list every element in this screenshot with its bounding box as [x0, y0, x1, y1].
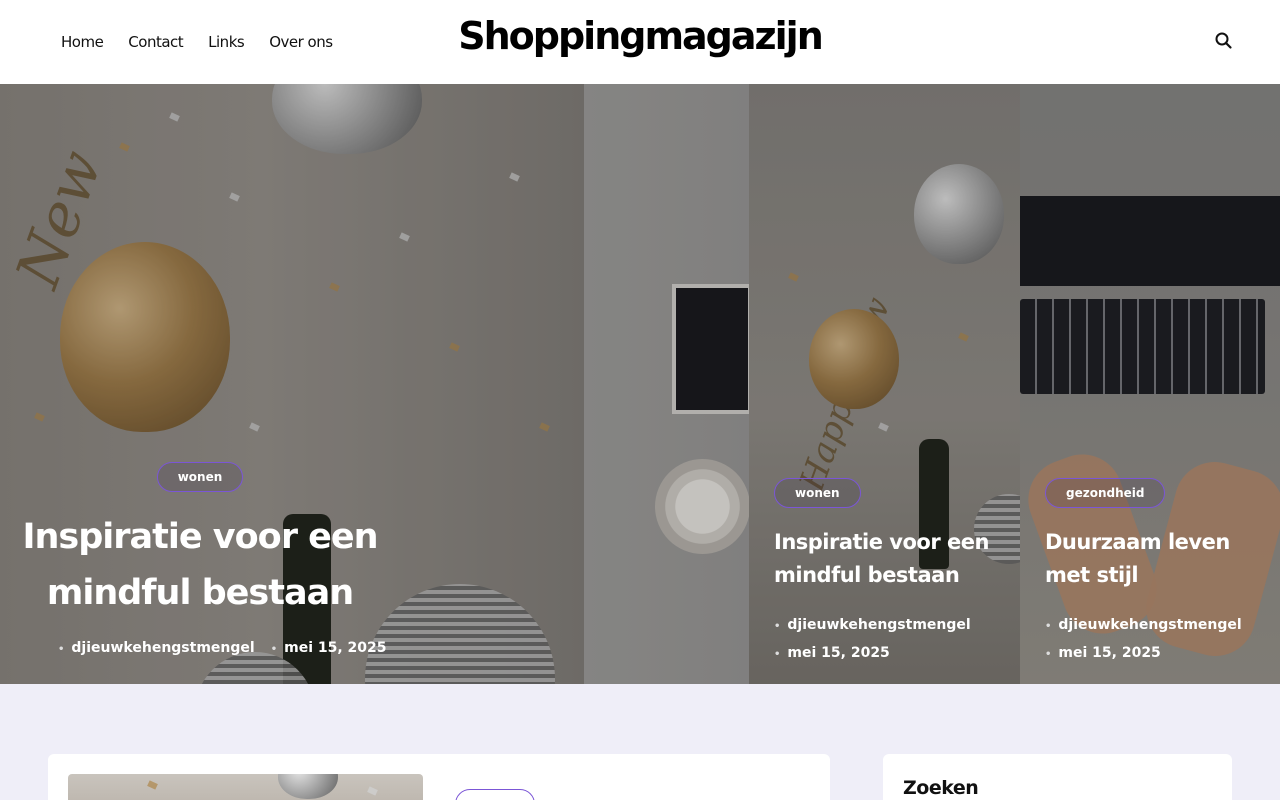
- site-logo-title[interactable]: Shoppingmagazijn: [458, 14, 824, 58]
- hero-main-slide[interactable]: New wonen Inspiratie voor een mindful be…: [0, 84, 749, 684]
- category-pill[interactable]: wonen: [774, 478, 861, 508]
- post-author[interactable]: djieuwkehengstmengel: [774, 612, 970, 640]
- hero-card-overlay: [749, 84, 1020, 684]
- sidebar-search-widget: Zoeken: [883, 754, 1232, 800]
- post-thumbnail-image[interactable]: [68, 774, 423, 800]
- category-pill[interactable]: [455, 789, 535, 800]
- search-button[interactable]: [1213, 30, 1235, 52]
- nav-contact[interactable]: Contact: [128, 33, 183, 51]
- category-pill[interactable]: gezondheid: [1045, 478, 1166, 508]
- hero-slider: New wonen Inspiratie voor een mindful be…: [0, 84, 1280, 684]
- card-title[interactable]: Inspiratie voor een mindful bestaan: [774, 526, 1004, 592]
- hero-main-category: wonen: [0, 462, 400, 492]
- post-date: mei 15, 2025: [1045, 640, 1242, 668]
- card-category: wonen: [774, 478, 861, 508]
- nav-home[interactable]: Home: [61, 33, 104, 51]
- post-author[interactable]: djieuwkehengstmengel: [1045, 612, 1241, 640]
- post-date: mei 15, 2025: [774, 640, 971, 668]
- nav-links[interactable]: Links: [208, 33, 245, 51]
- category-pill[interactable]: wonen: [156, 462, 244, 492]
- hero-card-2[interactable]: gezondheid Duurzaam leven met stijl djie…: [1020, 84, 1280, 684]
- hero-card-1[interactable]: Happy New wonen Inspiratie voor een mind…: [749, 84, 1020, 684]
- sidebar-search-title: Zoeken: [903, 777, 979, 799]
- silver-balloon-image: [278, 774, 338, 799]
- nav-over-ons[interactable]: Over ons: [269, 33, 333, 51]
- post-author[interactable]: djieuwkehengstmengel: [58, 640, 254, 656]
- card-title[interactable]: Duurzaam leven met stijl: [1045, 526, 1275, 592]
- post-date: mei 15, 2025: [271, 640, 386, 656]
- site-header: Home Contact Links Over ons Shoppingmaga…: [0, 0, 1280, 84]
- main-nav: Home Contact Links Over ons: [61, 0, 358, 84]
- card-meta: djieuwkehengstmengel mei 15, 2025: [1045, 612, 1242, 668]
- search-icon: [1215, 32, 1232, 49]
- card-category: gezondheid: [1045, 478, 1166, 508]
- hero-main-meta: djieuwkehengstmengel mei 15, 2025: [58, 640, 386, 656]
- hero-card-overlay: [1020, 84, 1280, 684]
- card-meta: djieuwkehengstmengel mei 15, 2025: [774, 612, 971, 668]
- confetti: [367, 786, 378, 796]
- post-list-card: [48, 754, 830, 800]
- hero-main-title[interactable]: Inspiratie voor een mindful bestaan: [0, 509, 420, 621]
- confetti: [147, 780, 158, 790]
